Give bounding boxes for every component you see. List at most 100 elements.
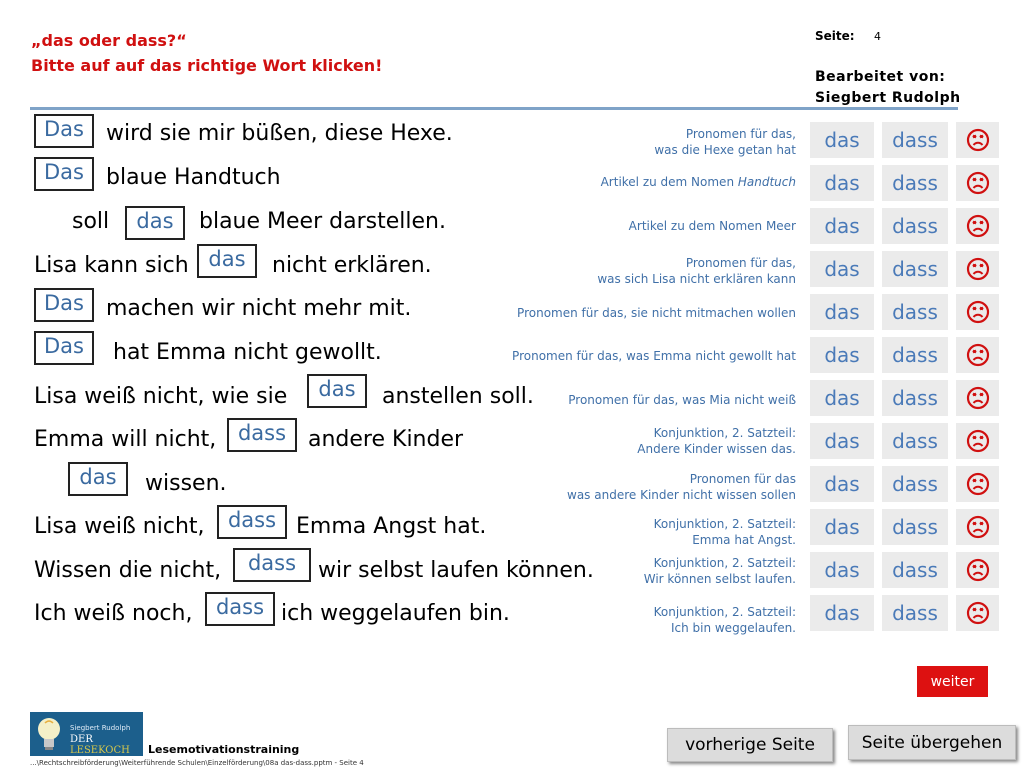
hint-line-1: Konjunktion, 2. Satzteil: (653, 426, 796, 440)
editor-line-2: Siegbert Rudolph (815, 90, 961, 106)
option-dass-button[interactable]: dass (882, 122, 948, 158)
file-path: ...\Rechtschreibförderung\Weiterführende… (30, 759, 364, 767)
hint-line-1: Pronomen für das, was Mia nicht weiß (568, 393, 796, 407)
hint-line-1: Pronomen für das, (685, 127, 796, 141)
sad-face-icon[interactable] (956, 423, 999, 459)
hint-text: Konjunktion, 2. Satzteil: Andere Kinder … (637, 425, 796, 457)
hint-line-1: Konjunktion, 2. Satzteil: (653, 556, 796, 570)
sentence-text-post: blaue Handtuch (106, 165, 281, 190)
sentence-text-pre: Lisa kann sich (34, 253, 189, 278)
hint-text: Pronomen für das, was Emma nicht gewollt… (512, 348, 796, 364)
option-dass-button[interactable]: dass (882, 423, 948, 459)
logo: Siegbert Rudolph DER LESEKOCH (30, 712, 143, 756)
sentence-text-post: Emma Angst hat. (296, 514, 487, 539)
header-divider (30, 107, 958, 110)
hint-line-2: Emma hat Angst. (692, 533, 796, 547)
sentence-text-pre: Lisa weiß nicht, wie sie (34, 384, 288, 409)
option-dass-button[interactable]: dass (882, 595, 948, 631)
option-dass-button[interactable]: dass (882, 208, 948, 244)
option-das-button[interactable]: das (810, 208, 874, 244)
answer-box: das (125, 206, 185, 240)
answer-box: das (307, 374, 367, 408)
option-das-button[interactable]: das (810, 509, 874, 545)
hint-text: Pronomen für das, sie nicht mitmachen wo… (517, 305, 796, 321)
sentence-text-pre: Ich weiß noch, (34, 601, 193, 626)
option-dass-button[interactable]: dass (882, 337, 948, 373)
hint-line-1: Konjunktion, 2. Satzteil: (653, 517, 796, 531)
option-dass-button[interactable]: dass (882, 251, 948, 287)
sentence-text-post: andere Kinder (308, 427, 464, 452)
prev-page-button[interactable]: vorherige Seite (667, 728, 833, 762)
hint-text: Pronomen für das was andere Kinder nicht… (567, 471, 796, 503)
answer-box: Das (34, 331, 94, 365)
logo-author: Siegbert Rudolph (70, 724, 131, 732)
logo-name-main: LESEKOCH (70, 745, 130, 756)
answer-box: dass (217, 505, 287, 539)
option-das-button[interactable]: das (810, 595, 874, 631)
sentence-text-pre: soll (72, 209, 110, 234)
sad-face-icon[interactable] (956, 380, 999, 416)
sad-face-icon[interactable] (956, 509, 999, 545)
option-dass-button[interactable]: dass (882, 552, 948, 588)
sad-face-icon[interactable] (956, 337, 999, 373)
option-dass-button[interactable]: dass (882, 466, 948, 502)
answer-box: Das (34, 288, 94, 322)
hint-text: Pronomen für das, was sich Lisa nicht er… (597, 255, 796, 287)
hint-line-2: was andere Kinder nicht wissen sollen (567, 488, 796, 502)
hint-line-1: Artikel zu dem Nomen Handtuch (600, 175, 796, 189)
hint-text: Pronomen für das, was Mia nicht weiß (568, 392, 796, 408)
option-das-button[interactable]: das (810, 294, 874, 330)
hint-line-2: Ich bin weggelaufen. (670, 621, 796, 635)
hint-line-2: Andere Kinder wissen das. (637, 442, 796, 456)
skip-page-button[interactable]: Seite übergehen (848, 725, 1016, 760)
sad-face-icon[interactable] (956, 294, 999, 330)
hint-line-1: Pronomen für das, (685, 256, 796, 270)
option-das-button[interactable]: das (810, 251, 874, 287)
option-das-button[interactable]: das (810, 165, 874, 201)
hint-line-1: Pronomen für das (689, 472, 796, 486)
hint-text: Artikel zu dem Nomen Meer (629, 218, 796, 234)
sad-face-icon[interactable] (956, 466, 999, 502)
hint-italic: Handtuch (737, 175, 796, 189)
editor-credit: Bearbeitet von: Siegbert Rudolph (815, 67, 961, 109)
sentence-text-post: blaue Meer darstellen. (199, 209, 446, 234)
option-dass-button[interactable]: dass (882, 294, 948, 330)
option-das-button[interactable]: das (810, 380, 874, 416)
sentence-text-post: wissen. (145, 471, 227, 496)
sad-face-icon[interactable] (956, 251, 999, 287)
footer-title: Lesemotivationstraining (148, 743, 300, 756)
sentence-text-pre: Wissen die nicht, (34, 558, 222, 583)
sentence-text-post: wird sie mir büßen, diese Hexe. (106, 121, 453, 146)
sentence-text-pre: Lisa weiß nicht, (34, 514, 205, 539)
sad-face-icon[interactable] (956, 165, 999, 201)
lightbulb-icon (38, 718, 60, 750)
sad-face-icon[interactable] (956, 595, 999, 631)
hint-text: Artikel zu dem Nomen Handtuch (601, 174, 796, 190)
hint-text: Konjunktion, 2. Satzteil: Wir können sel… (644, 555, 796, 587)
option-das-button[interactable]: das (810, 122, 874, 158)
header-title: „das oder dass?“ (31, 31, 187, 50)
option-das-button[interactable]: das (810, 466, 874, 502)
option-dass-button[interactable]: dass (882, 509, 948, 545)
option-dass-button[interactable]: dass (882, 165, 948, 201)
answer-box: dass (227, 418, 297, 452)
sentence-text-post: machen wir nicht mehr mit. (106, 296, 412, 321)
option-das-button[interactable]: das (810, 337, 874, 373)
hint-line-1: Pronomen für das, sie nicht mitmachen wo… (517, 306, 796, 320)
hint-text: Konjunktion, 2. Satzteil: Emma hat Angst… (654, 516, 796, 548)
weiter-button[interactable]: weiter (917, 666, 988, 697)
option-das-button[interactable]: das (810, 552, 874, 588)
sentence-text-post: ich weggelaufen bin. (281, 601, 510, 626)
hint-text: Konjunktion, 2. Satzteil: Ich bin weggel… (654, 604, 796, 636)
sad-face-icon[interactable] (956, 552, 999, 588)
sad-face-icon[interactable] (956, 208, 999, 244)
logo-name-prefix: DER (70, 734, 93, 745)
page-number: 4 (874, 30, 881, 43)
option-dass-button[interactable]: dass (882, 380, 948, 416)
hint-line-2: Wir können selbst laufen. (643, 572, 796, 586)
hint-line-2: was sich Lisa nicht erklären kann (597, 272, 796, 286)
answer-box: Das (34, 157, 94, 191)
sad-face-icon[interactable] (956, 122, 999, 158)
option-das-button[interactable]: das (810, 423, 874, 459)
editor-line-1: Bearbeitet von: (815, 69, 946, 85)
